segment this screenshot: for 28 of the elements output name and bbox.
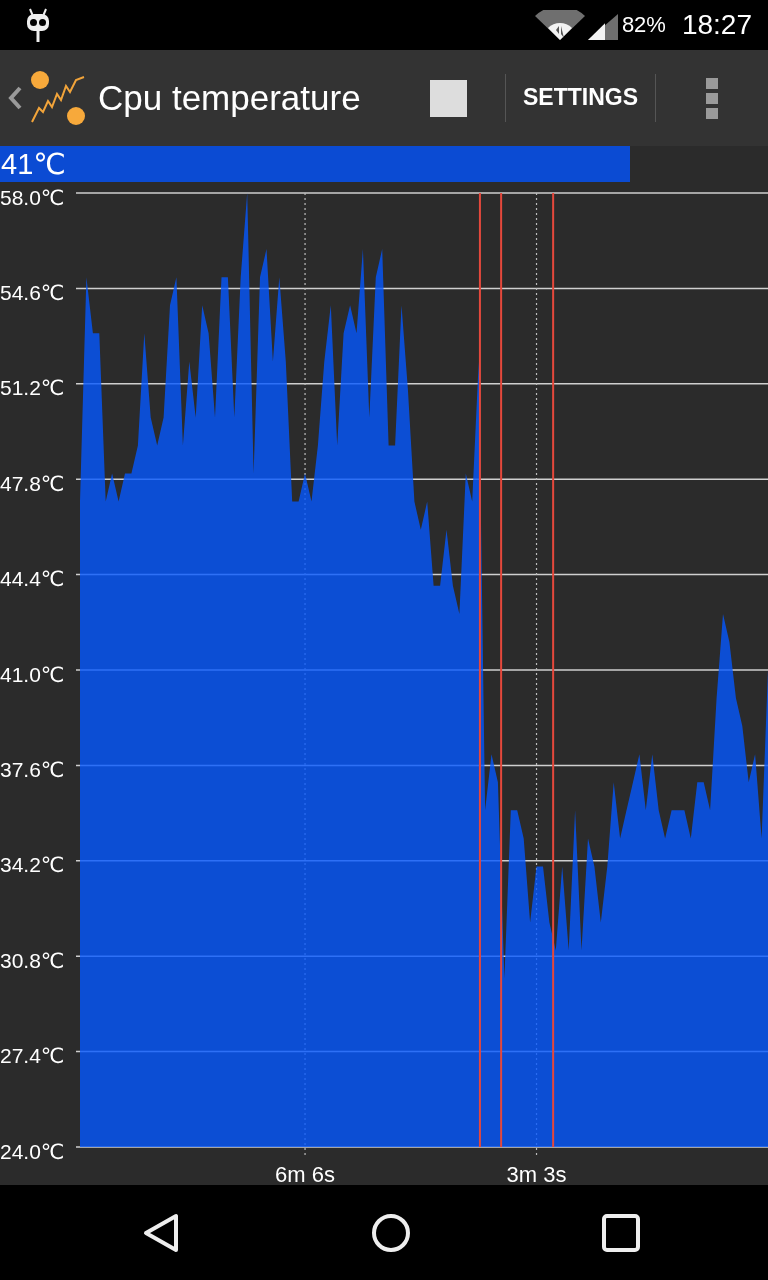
- y-axis-label: 58.0℃: [0, 185, 65, 209]
- battery-percentage: 82%: [621, 14, 666, 36]
- y-axis-label: 27.4℃: [0, 1044, 65, 1068]
- y-axis-label: 37.6℃: [0, 757, 65, 781]
- back-icon[interactable]: [142, 1212, 180, 1253]
- settings-button[interactable]: SETTINGS: [506, 84, 655, 112]
- app-icon[interactable]: [30, 70, 86, 126]
- y-axis-label: 44.4℃: [0, 567, 65, 591]
- overflow-menu-icon[interactable]: [706, 77, 718, 119]
- chevron-left-icon[interactable]: [8, 86, 22, 110]
- app-title: Cpu temperature: [98, 77, 361, 119]
- y-axis-label: 41.0℃: [0, 662, 65, 686]
- y-axis-label: 34.2℃: [0, 853, 65, 877]
- wifi-icon: [534, 10, 585, 40]
- robot-icon: [24, 8, 52, 42]
- x-axis-label: 3m 3s: [506, 1162, 567, 1185]
- y-axis-label: 24.0℃: [0, 1139, 65, 1163]
- y-axis-label: 51.2℃: [0, 376, 65, 400]
- signal-icon: [587, 14, 618, 40]
- home-icon[interactable]: [371, 1212, 411, 1253]
- y-axis-label: 47.8℃: [0, 471, 65, 495]
- stop-icon[interactable]: [430, 79, 467, 117]
- clock-time: 18:27: [681, 11, 752, 39]
- temperature-reading: 41℃: [0, 147, 66, 182]
- y-axis-label: 30.8℃: [0, 948, 65, 972]
- recents-icon[interactable]: [602, 1213, 640, 1252]
- y-axis-label: 54.6℃: [0, 280, 65, 304]
- x-axis-label: 6m 6s: [275, 1162, 335, 1185]
